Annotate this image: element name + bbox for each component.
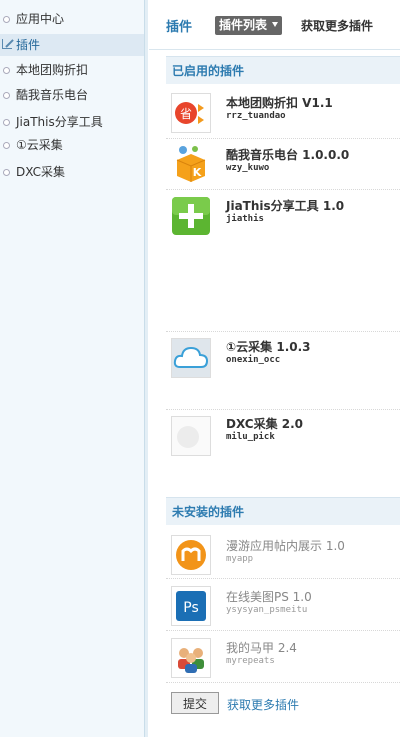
caret-down-icon [272,22,279,27]
plugin-row-tuandao: 省 本地团购折扣 V1.1 rrz_tuandao [166,85,400,139]
plugin-row-myapp: 漫游应用帖内展示 1.0 myapp [166,527,400,579]
svg-text:K: K [193,166,202,179]
circle-bullet-icon [3,67,10,74]
sidebar-item-label: ①云采集 [16,138,63,152]
plugin-id: myapp [226,554,254,564]
enabled-section-heading: 已启用的插件 [166,56,400,84]
blank-plugin-icon [171,416,211,456]
plugin-name: 本地团购折扣 V1.1 [226,96,333,110]
manyou-app-icon [171,535,211,575]
circle-bullet-icon [3,16,10,23]
sidebar: 应用中心 插件 本地团购折扣 酷我音乐电台 JiaThis分享工具 ①云采集 D… [0,0,148,737]
sidebar-item-label: 酷我音乐电台 [16,88,89,102]
plugin-id: ysysyan_psmeitu [226,605,308,615]
plugin-name: JiaThis分享工具 1.0 [226,199,345,213]
sidebar-item-label: DXC采集 [16,165,65,179]
circle-bullet-icon [3,142,10,149]
plugin-row-jiathis: JiaThis分享工具 1.0 jiathis [166,191,400,332]
users-icon [171,638,211,678]
plugin-id: rrz_tuandao [226,111,286,121]
main-panel: 插件 插件列表 获取更多插件 已启用的插件 省 本地团购折扣 V1.1 rrz_… [149,0,400,737]
svg-text:省: 省 [180,107,192,121]
sidebar-item-onexin[interactable]: ①云采集 [0,134,144,156]
plugin-id: wzy_kuwo [226,163,270,173]
plugin-name: 我的马甲 2.4 [226,641,297,655]
plugin-name: 在线美图PS 1.0 [226,590,312,604]
circle-bullet-icon [3,119,10,126]
discount-sale-icon: 省 [171,93,211,133]
sidebar-item-label: 应用中心 [16,12,65,26]
sidebar-item-label: JiaThis分享工具 [16,115,103,129]
green-plus-icon [171,196,211,236]
sidebar-item-dxc[interactable]: DXC采集 [0,161,144,183]
plugin-name: 漫游应用帖内展示 1.0 [226,539,345,553]
sidebar-item-plugins[interactable]: 插件 [0,34,144,56]
plugin-list-label: 插件列表 [219,18,268,32]
plugin-id: jiathis [226,214,264,224]
photoshop-icon: Ps [171,586,211,626]
plugin-id: milu_pick [226,432,275,442]
plugin-id: myrepeats [226,656,275,666]
sidebar-item-app-center[interactable]: 应用中心 [0,8,144,30]
circle-bullet-icon [3,92,10,99]
plugin-row-myrepeats: 我的马甲 2.4 myrepeats [166,632,400,683]
sidebar-item-label: 插件 [16,38,41,52]
page-header: 插件 插件列表 获取更多插件 [149,0,400,50]
plugin-name: 酷我音乐电台 1.0.0.0 [226,148,350,162]
plugin-row-onexin: ①云采集 1.0.3 onexin_occ [166,333,400,410]
kuwo-music-icon: K [171,144,211,184]
page-title: 插件 [166,20,193,35]
sidebar-item-jiathis[interactable]: JiaThis分享工具 [0,111,144,133]
circle-bullet-icon [3,169,10,176]
edit-icon [2,39,12,49]
sidebar-item-tuandao[interactable]: 本地团购折扣 [0,59,144,81]
plugin-name: DXC采集 2.0 [226,417,304,431]
plugin-row-dxc: DXC采集 2.0 milu_pick [166,411,400,487]
submit-button[interactable]: 提交 [171,692,219,714]
plugin-row-psmeitu: Ps 在线美图PS 1.0 ysysyan_psmeitu [166,580,400,631]
cloud-icon [171,338,211,378]
plugin-name: ①云采集 1.0.3 [226,340,311,354]
plugin-row-kuwo: K 酷我音乐电台 1.0.0.0 wzy_kuwo [166,140,400,190]
get-more-plugins-footer-link[interactable]: 获取更多插件 [227,696,299,713]
plugin-list-dropdown[interactable]: 插件列表 [215,16,283,35]
svg-text:Ps: Ps [183,600,199,616]
sidebar-item-label: 本地团购折扣 [16,63,89,77]
sidebar-item-kuwo[interactable]: 酷我音乐电台 [0,84,144,106]
uninstalled-section-heading: 未安装的插件 [166,497,400,525]
plugin-id: onexin_occ [226,355,281,365]
get-more-plugins-link[interactable]: 获取更多插件 [301,17,373,34]
